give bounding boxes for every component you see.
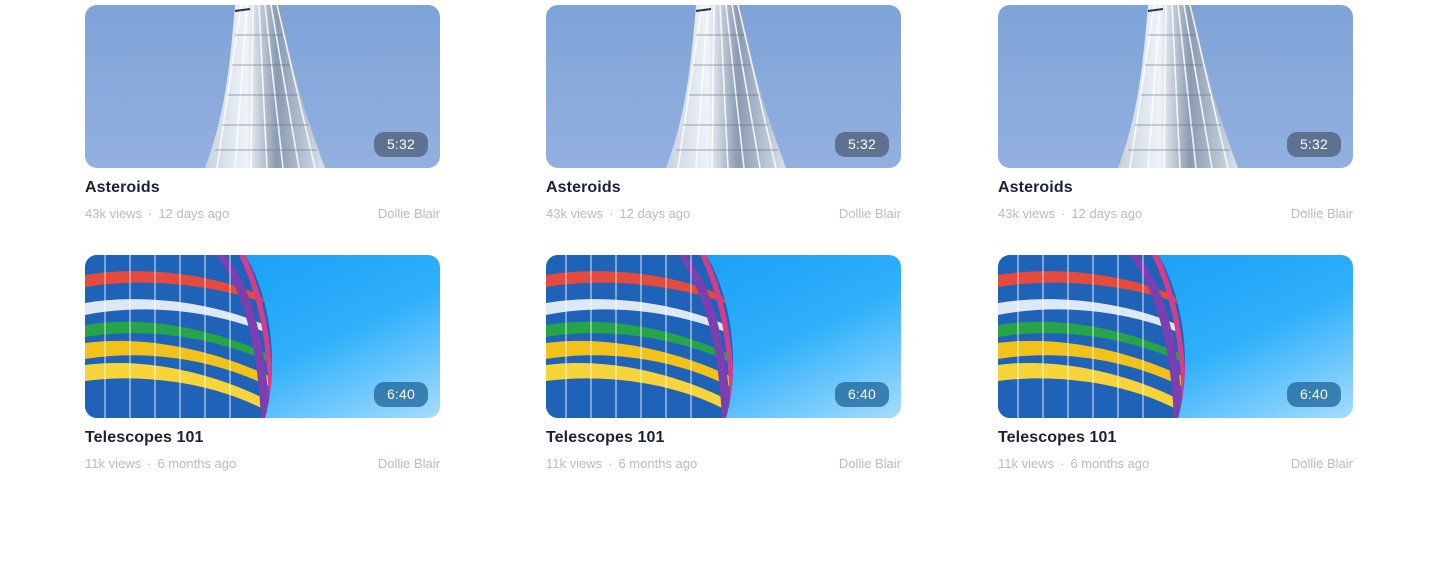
video-card[interactable]: 5:32 Asteroids 43k views · 12 days ago Dol…	[546, 5, 901, 225]
video-thumbnail[interactable]: 6:40	[546, 255, 901, 418]
duration-badge: 5:32	[834, 132, 889, 157]
upload-age: 12 days ago	[1071, 206, 1143, 221]
video-card[interactable]: 5:32 Asteroids 43k views · 12 days ago Dol…	[85, 5, 440, 225]
meta-separator: ·	[148, 206, 153, 221]
view-count: 43k views	[85, 206, 143, 221]
video-thumbnail[interactable]: 6:40	[85, 255, 440, 418]
meta-separator: ·	[1060, 456, 1065, 471]
view-count: 43k views	[546, 206, 604, 221]
upload-age: 6 months ago	[157, 456, 237, 471]
video-card[interactable]: 6:40 Telescopes 101 11k views · 6 months a…	[85, 255, 440, 475]
video-card[interactable]: 5:32 Asteroids 43k views · 12 days ago Dol…	[998, 5, 1353, 225]
video-meta: 43k views · 12 days ago Dollie Blair	[998, 206, 1353, 222]
video-thumbnail[interactable]: 6:40	[998, 255, 1353, 418]
video-title[interactable]: Asteroids	[85, 179, 160, 197]
video-meta: 43k views · 12 days ago Dollie Blair	[85, 206, 440, 222]
meta-separator: ·	[147, 456, 152, 471]
video-thumbnail[interactable]: 5:32	[998, 5, 1353, 168]
video-title[interactable]: Telescopes 101	[998, 429, 1117, 447]
channel-name[interactable]: Dollie Blair	[378, 456, 440, 471]
video-thumbnail[interactable]: 5:32	[85, 5, 440, 168]
channel-name[interactable]: Dollie Blair	[839, 206, 901, 221]
video-title[interactable]: Telescopes 101	[85, 429, 204, 447]
view-count: 43k views	[998, 206, 1056, 221]
upload-age: 6 months ago	[1070, 456, 1150, 471]
channel-name[interactable]: Dollie Blair	[1291, 206, 1353, 221]
video-title[interactable]: Asteroids	[998, 179, 1073, 197]
meta-separator: ·	[608, 456, 613, 471]
video-card[interactable]: 6:40 Telescopes 101 11k views · 6 months a…	[998, 255, 1353, 475]
duration-badge: 6:40	[834, 382, 889, 407]
duration-badge: 6:40	[373, 382, 428, 407]
duration-badge: 6:40	[1286, 382, 1341, 407]
video-grid: 5:32 Asteroids 43k views · 12 days ago Dol…	[0, 0, 1437, 563]
video-title[interactable]: Asteroids	[546, 179, 621, 197]
upload-age: 12 days ago	[158, 206, 230, 221]
view-count: 11k views	[546, 456, 603, 471]
duration-badge: 5:32	[373, 132, 428, 157]
view-count: 11k views	[998, 456, 1055, 471]
video-title[interactable]: Telescopes 101	[546, 429, 665, 447]
meta-separator: ·	[609, 206, 614, 221]
upload-age: 6 months ago	[618, 456, 698, 471]
video-meta: 43k views · 12 days ago Dollie Blair	[546, 206, 901, 222]
video-card[interactable]: 6:40 Telescopes 101 11k views · 6 months a…	[546, 255, 901, 475]
channel-name[interactable]: Dollie Blair	[839, 456, 901, 471]
channel-name[interactable]: Dollie Blair	[378, 206, 440, 221]
view-count: 11k views	[85, 456, 142, 471]
video-thumbnail[interactable]: 5:32	[546, 5, 901, 168]
meta-separator: ·	[1061, 206, 1066, 221]
video-meta: 11k views · 6 months ago Dollie Blair	[546, 456, 901, 472]
duration-badge: 5:32	[1286, 132, 1341, 157]
upload-age: 12 days ago	[619, 206, 691, 221]
channel-name[interactable]: Dollie Blair	[1291, 456, 1353, 471]
video-meta: 11k views · 6 months ago Dollie Blair	[85, 456, 440, 472]
video-meta: 11k views · 6 months ago Dollie Blair	[998, 456, 1353, 472]
